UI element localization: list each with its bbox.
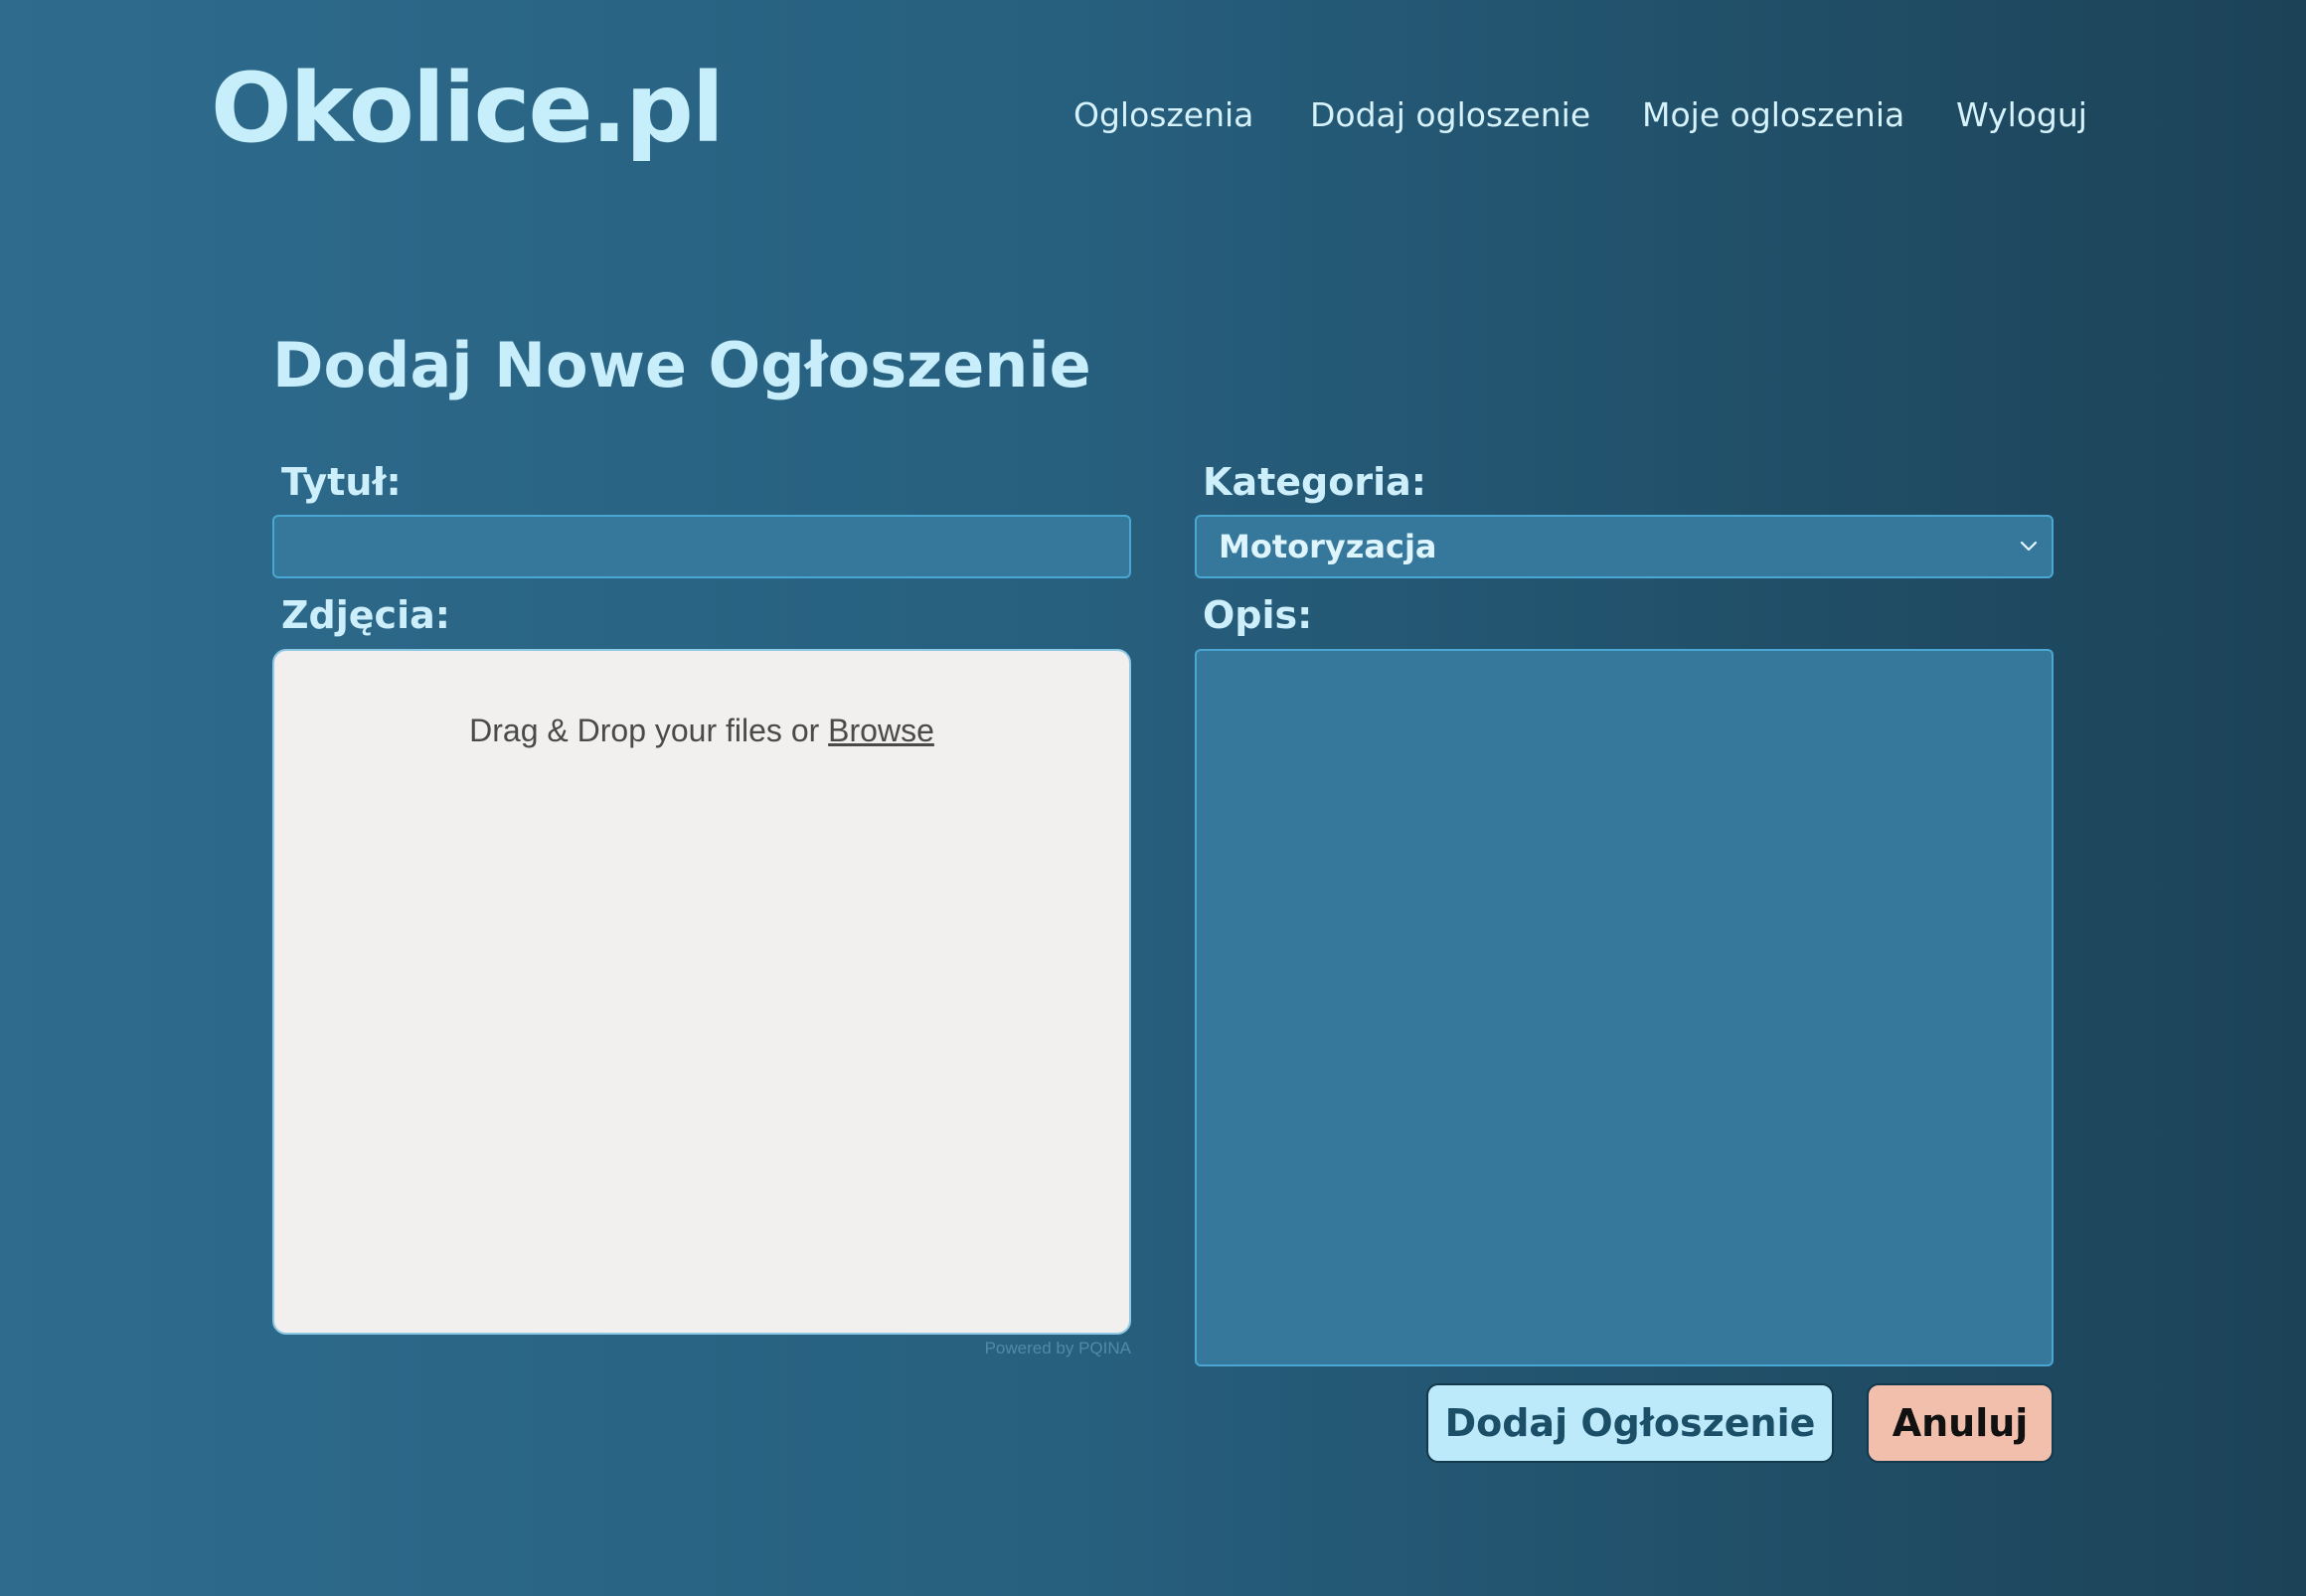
photo-dropzone[interactable]: Drag & Drop your files or Browse — [272, 649, 1131, 1335]
dropzone-instructions: Drag & Drop your files or Browse — [274, 711, 1129, 750]
category-selected-value: Motoryzacja — [1219, 528, 1437, 565]
description-label: Opis: — [1203, 593, 1313, 637]
nav-link-moje-ogloszenia[interactable]: Moje ogloszenia — [1642, 93, 1904, 137]
nav-link-dodaj-ogloszenie[interactable]: Dodaj ogloszenie — [1310, 93, 1590, 137]
site-logo[interactable]: Okolice.pl — [211, 52, 725, 166]
dropzone-text: Drag & Drop your files or — [469, 713, 829, 748]
page-title: Dodaj Nowe Ogłoszenie — [272, 329, 1091, 401]
nav-link-wyloguj[interactable]: Wyloguj — [1956, 93, 2087, 137]
title-label: Tytuł: — [281, 460, 402, 504]
title-input[interactable] — [272, 515, 1131, 578]
photos-label: Zdjęcia: — [281, 593, 450, 637]
powered-by-credit[interactable]: Powered by PQINA — [985, 1336, 1131, 1361]
cancel-button[interactable]: Anuluj — [1867, 1383, 2054, 1463]
category-select[interactable]: Motoryzacja — [1195, 515, 2054, 578]
chevron-down-icon — [2020, 541, 2038, 552]
description-textarea[interactable] — [1195, 649, 2054, 1366]
submit-ad-button[interactable]: Dodaj Ogłoszenie — [1426, 1383, 1834, 1463]
category-label: Kategoria: — [1203, 460, 1426, 504]
nav-link-ogloszenia[interactable]: Ogloszenia — [1073, 93, 1253, 137]
browse-link[interactable]: Browse — [828, 713, 934, 748]
